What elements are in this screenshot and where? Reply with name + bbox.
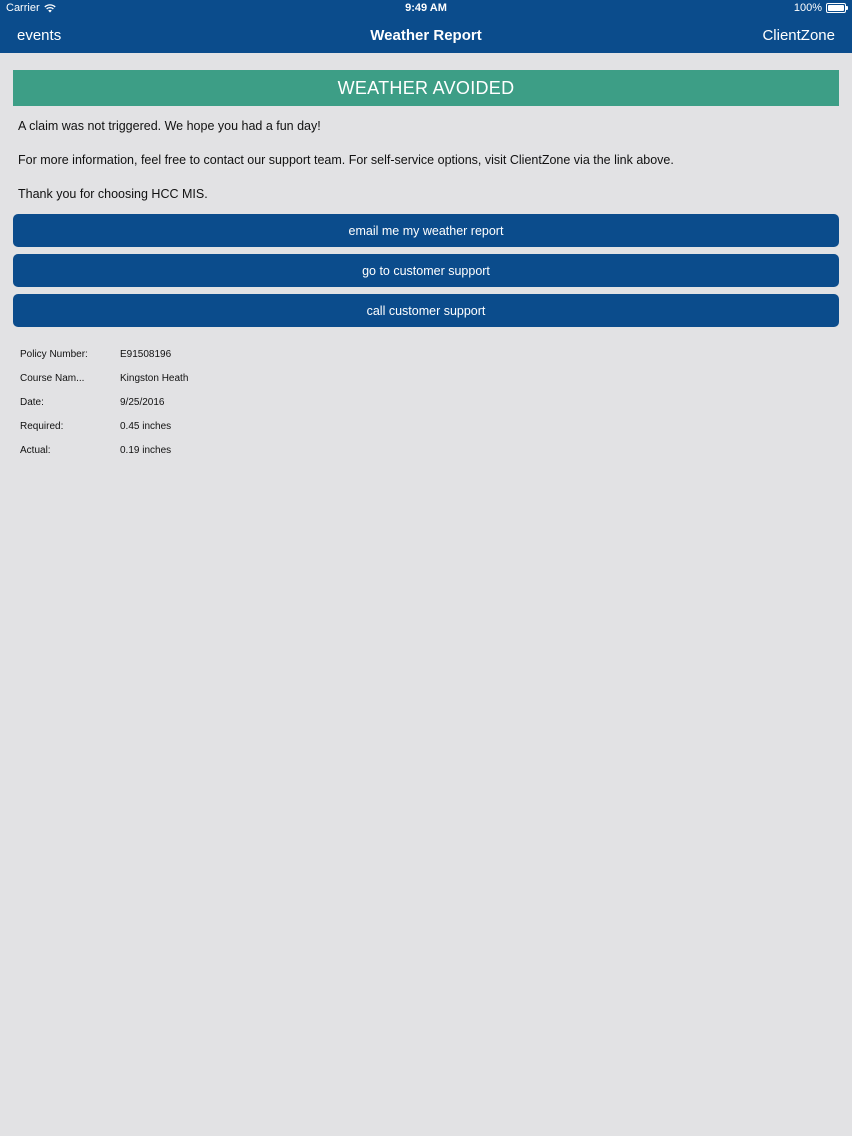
call-support-button[interactable]: call customer support <box>13 294 839 327</box>
policy-details: Policy Number: E91508196 Course Nam... K… <box>20 342 188 462</box>
claim-message: A claim was not triggered. We hope you h… <box>18 119 321 133</box>
detail-label: Actual: <box>20 444 51 456</box>
detail-row-actual: Actual: 0.19 inches <box>20 438 188 462</box>
detail-value: Kingston Heath <box>120 372 189 384</box>
status-right: 100% <box>793 2 848 14</box>
detail-row-policy-number: Policy Number: E91508196 <box>20 342 188 366</box>
detail-value: 0.45 inches <box>120 420 172 432</box>
email-report-button[interactable]: email me my weather report <box>13 214 839 247</box>
detail-row-date: Date: 9/25/2016 <box>20 390 188 414</box>
detail-value: E91508196 <box>120 348 172 360</box>
detail-row-required: Required: 0.45 inches <box>20 414 188 438</box>
detail-label: Policy Number: <box>20 348 88 360</box>
detail-row-course-name: Course Nam... Kingston Heath <box>20 366 188 390</box>
status-bar: Carrier 9:49 AM 100% <box>0 0 852 17</box>
detail-value: 9/25/2016 <box>120 396 165 408</box>
detail-label: Date: <box>20 396 44 408</box>
support-info-message: For more information, feel free to conta… <box>18 153 674 167</box>
detail-label: Course Nam... <box>20 372 85 384</box>
detail-label: Required: <box>20 420 64 432</box>
weather-avoided-banner: WEATHER AVOIDED <box>13 70 839 106</box>
page-title: Weather Report <box>370 27 482 44</box>
status-time: 9:49 AM <box>405 2 447 14</box>
battery-icon <box>826 3 848 13</box>
navigation-bar: events Weather Report ClientZone <box>0 17 852 53</box>
detail-value: 0.19 inches <box>120 444 172 456</box>
customer-support-button[interactable]: go to customer support <box>13 254 839 287</box>
battery-percent: 100% <box>793 2 822 14</box>
battery-level <box>828 5 844 11</box>
clientzone-link[interactable]: ClientZone <box>762 27 835 44</box>
thank-you-message: Thank you for choosing HCC MIS. <box>18 187 208 201</box>
